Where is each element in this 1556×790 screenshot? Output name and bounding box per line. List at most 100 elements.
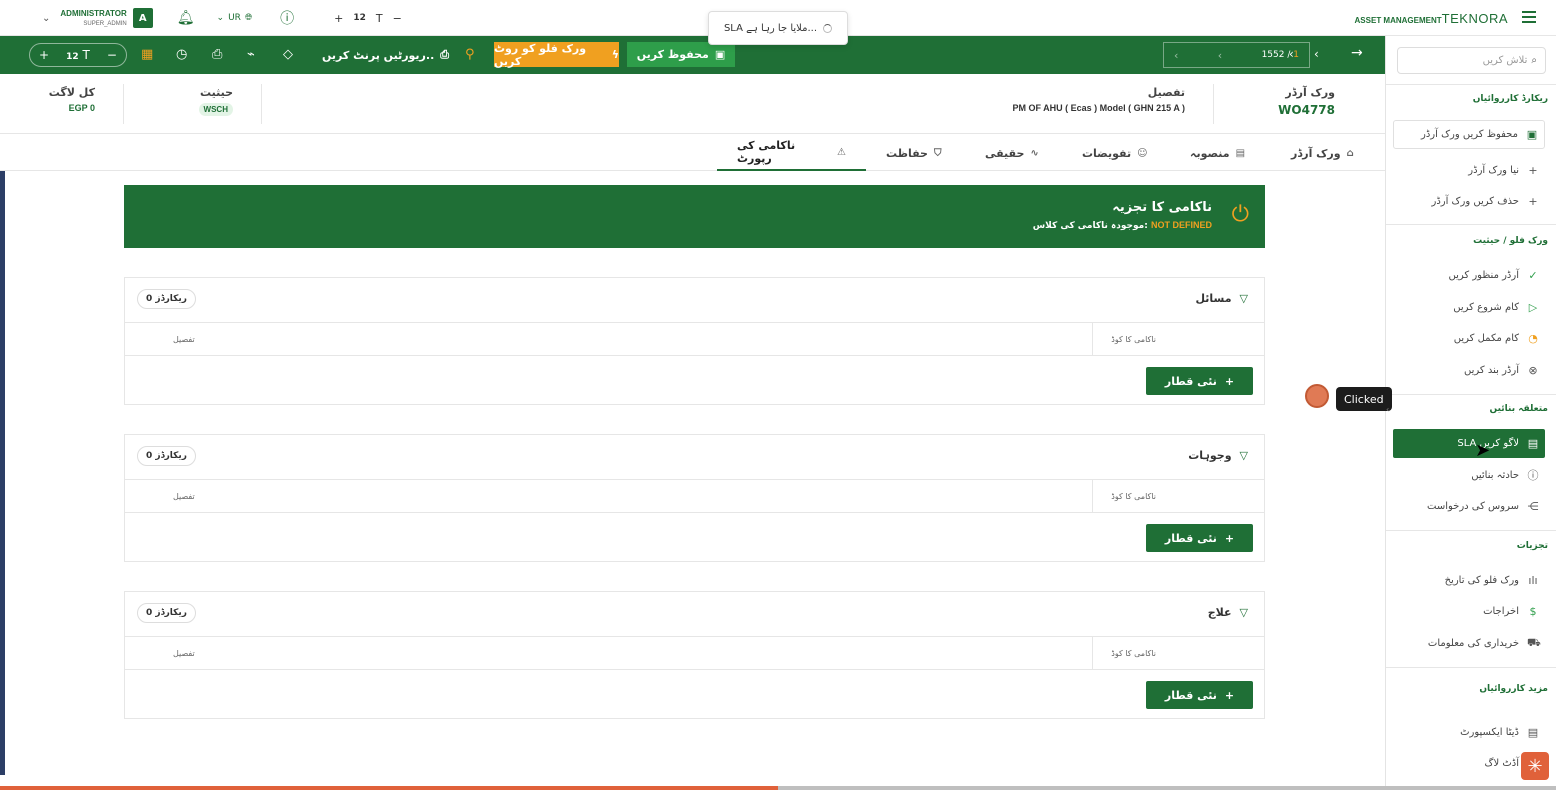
detail-value: PM OF AHU ( Ecas ) Model ( GHN 215 A ) [1012,103,1185,113]
add-row-button[interactable]: نئی قطار + [1146,524,1253,552]
card-title-text: علاج [1207,606,1232,619]
tab-plan[interactable]: منصوبہ ▤ [1190,135,1245,171]
attachment-icon[interactable]: ⌁ [247,47,255,62]
last-record-button[interactable]: ‹ [1314,47,1319,61]
dollar-icon: $ [1529,604,1537,618]
sidebar-item-close[interactable]: آرڈر بند کریں ⊗ [1393,357,1545,383]
bar-chart-icon: ılı [1528,573,1538,587]
header-left: ⌄ ADMINISTRATOR SUPER_ADMIN A 🔔︎ ⌄ UR 🌐︎… [0,0,402,36]
sidebar-item-costs[interactable]: اخراجات $ [1393,598,1545,624]
print-reports-button[interactable]: ریورٹیں پرنٹ کریں.. ⎙ [322,48,449,62]
record-pager: ‹ ‹ 1552 / 1 [1163,42,1310,68]
history-icon[interactable]: ◷ [176,47,187,62]
tag-icon[interactable]: ◇ [283,47,293,62]
sidebar-item-data-export[interactable]: ڈیٹا ایکسپورٹ ▤ [1393,719,1545,745]
save-button[interactable]: محفوظ کریں ▣ [627,42,735,67]
column-failure-code[interactable]: ناکامی کا کوڈ [1092,637,1264,670]
search-input[interactable] [1417,55,1528,66]
assistant-fab-icon[interactable]: ✳ [1521,752,1549,780]
sla-loading-toast: SLA ملایا جا رہا ہے... [708,11,848,45]
column-failure-code[interactable]: ناکامی کا کوڈ [1092,480,1264,513]
user-check-icon: ☺ [1137,147,1148,159]
font-increase-button[interactable]: + [39,48,49,62]
add-row-button[interactable]: نئی قطار + [1146,367,1253,395]
tab-work-order[interactable]: ورک آرڈر ⌂ [1291,135,1354,171]
card-header: علاج ▽ 0 ریکارڈز [125,592,1264,636]
filter-icon[interactable]: ▽ [1240,606,1248,619]
back-arrow-icon[interactable]: → [1351,45,1363,61]
print-reports-label: ریورٹیں پرنٹ کریں.. [322,48,435,62]
column-detail[interactable]: تفصیل [173,480,195,513]
avatar[interactable]: A [132,8,153,28]
column-detail[interactable]: تفصیل [173,637,195,670]
sidebar-item-workflow-history[interactable]: ورک فلو کی تاریخ ılı [1393,567,1545,593]
click-tooltip: Clicked [1336,387,1392,411]
tab-bar: ورک آرڈر ⌂ منصوبہ ▤ تفویضات ☺ حقیقی ∿ حف… [0,135,1385,171]
divider [1386,530,1556,531]
shield-icon: ⛉ [933,147,942,159]
chevron-down-icon: ⌄ [216,13,225,23]
font-size-value: 12 [353,13,366,23]
status-badge: WSCH [198,103,233,116]
tab-actuals[interactable]: حقیقی ∿ [985,135,1039,171]
calculator-icon[interactable]: ▦ [141,47,153,62]
sidebar-item-start[interactable]: کام شروع کریں ▷ [1393,294,1545,320]
column-failure-code[interactable]: ناکامی کا کوڈ [1092,323,1264,356]
sidebar-item-new[interactable]: نیا ورک آرڈر + [1393,157,1545,183]
language-selector[interactable]: ⌄ UR 🌐︎ [217,13,253,23]
filter-icon[interactable]: ▽ [1240,292,1248,305]
route-workflow-button[interactable]: ورک فلو کو روٹ کریں ϟ [494,42,619,68]
sidebar-item-apply-sla[interactable]: SLA لاگو کریں ▤ [1393,429,1545,458]
help-icon[interactable]: ⓘ [280,8,294,28]
next-record-button[interactable]: ‹ [1289,47,1294,61]
user-menu[interactable]: ⌄ ADMINISTRATOR SUPER_ADMIN A [42,8,153,28]
font-increase-button[interactable]: + [334,12,343,25]
prev-record-button[interactable]: ‹ [1218,49,1222,62]
menu-icon[interactable] [1522,11,1536,23]
section-analytics: تجزیات [1516,541,1548,551]
warning-icon: ⚠ [837,146,846,158]
tab-failure-report[interactable]: ناکامی کی رپورٹ ⚠ [717,135,866,171]
filter-icon[interactable]: ▽ [1240,449,1248,462]
column-detail[interactable]: تفصیل [173,323,195,356]
route-icon[interactable]: ⚲ [465,47,475,62]
sidebar-item-delete[interactable]: حذف کریں ورک آرڈر + [1393,188,1545,214]
briefcase-icon: ⌂ [1346,147,1354,159]
font-decrease-button[interactable]: − [107,48,117,62]
sidebar-item-label: سروس کی درخواست [1427,500,1519,512]
action-toolbar: + 12 T − ▦ ◷ ⎙ ⌁ ◇ ریورٹیں پرنٹ کریں.. ⎙… [0,36,1385,74]
sidebar-item-complete[interactable]: کام مکمل کریں ◔ [1393,325,1545,351]
add-row-button[interactable]: نئی قطار + [1146,681,1253,709]
tab-label: ورک آرڈر [1291,146,1341,160]
tab-safety[interactable]: حفاظت ⛉ [886,135,941,171]
detail-field: تفصیل PM OF AHU ( Ecas ) Model ( GHN 215… [1012,86,1185,113]
print-icon[interactable]: ⎙ [212,47,222,62]
sidebar-item-label: کام شروع کریں [1453,301,1519,313]
sidebar-item-create-incident[interactable]: حادثہ بنائیں ⓘ [1393,462,1545,488]
divider [123,84,124,124]
left-accent-bar [0,171,5,775]
total-cost-label: کل لاگت [48,86,95,99]
divider [261,84,262,124]
click-marker [1305,384,1329,408]
sidebar-collapse-icon[interactable]: ‹ [1386,405,1389,414]
bell-icon[interactable]: 🔔︎ [177,10,195,26]
sidebar-item-approve[interactable]: آرڈر منظور کریں ✓ [1393,262,1545,288]
font-decrease-button[interactable]: − [393,12,402,25]
tab-label: منصوبہ [1190,146,1230,160]
first-record-button[interactable]: ‹ [1174,49,1178,62]
table-header: ناکامی کا کوڈ تفصیل [125,322,1264,356]
sidebar-item-label: حادثہ بنائیں [1471,469,1519,481]
plug-icon: ⏻ [1231,202,1249,227]
sidebar-item-purchase-info[interactable]: خریداری کی معلومات ⛟ [1393,630,1545,656]
divider [1213,84,1214,124]
sidebar-item-save[interactable]: محفوظ کریں ورک آرڈر ▣ [1393,120,1545,149]
text-size-icon: T [375,11,383,25]
clock-icon: ◔ [1528,331,1538,345]
status-label: حیثیت [199,86,233,99]
plus-icon: + [1224,374,1235,388]
document-icon: ▤ [1527,725,1539,739]
tab-assignments[interactable]: تفویضات ☺ [1082,135,1148,171]
plus-icon: + [1528,194,1538,208]
sidebar-item-service-request[interactable]: سروس کی درخواست ⋲ [1393,493,1545,519]
